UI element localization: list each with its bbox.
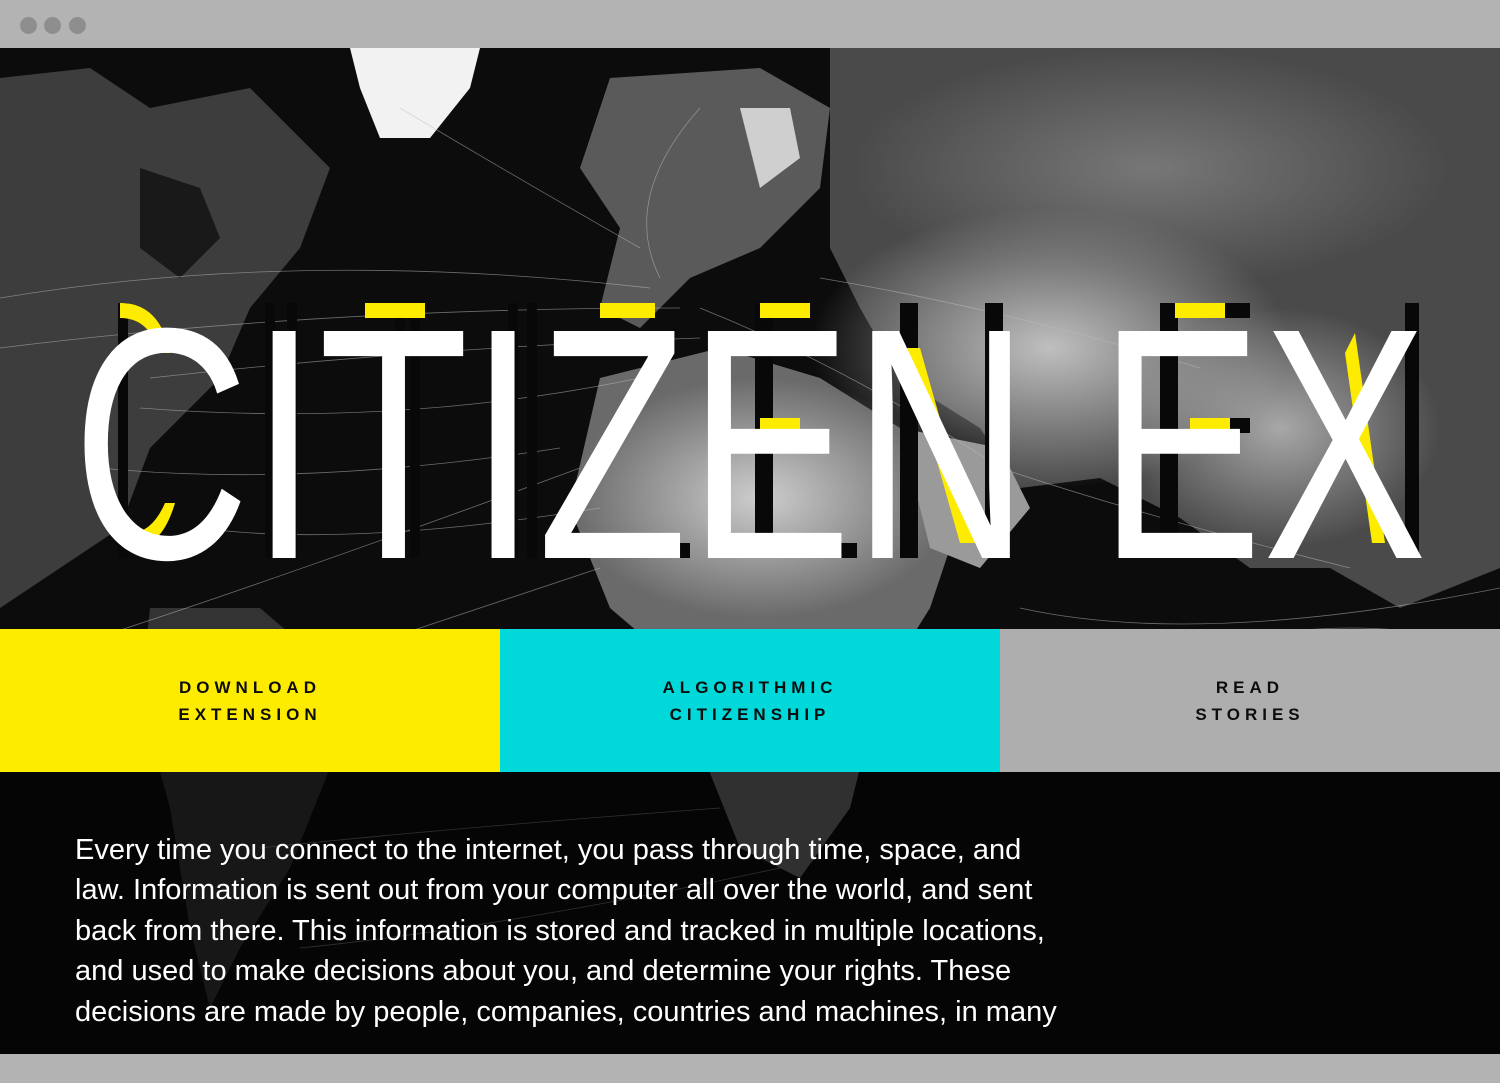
read-stories-label-line2: STORIES — [1195, 704, 1305, 724]
primary-nav: DOWNLOAD EXTENSION ALGORITHMIC CITIZENSHIP… — [0, 629, 1500, 772]
window-close-dot[interactable] — [20, 17, 37, 34]
window-minimize-dot[interactable] — [44, 17, 61, 34]
intro-section: Every time you connect to the internet, … — [0, 772, 1500, 1054]
read-stories-label-line1: READ — [1215, 677, 1285, 697]
algorithmic-citizenship-label-line2: CITIZENSHIP — [669, 704, 831, 724]
intro-paragraph: Every time you connect to the internet, … — [75, 834, 1057, 1028]
hero-title: CITIZEN EX — [72, 293, 1427, 623]
read-stories-button[interactable]: READ STORIES — [1000, 629, 1500, 772]
download-extension-label-line2: EXTENSION — [178, 704, 322, 724]
page-viewport: CITIZEN EX DOWNLOAD EXTENSION ALGORITHMIC… — [0, 48, 1500, 1054]
browser-chrome — [0, 0, 1500, 48]
algorithmic-citizenship-button[interactable]: ALGORITHMIC CITIZENSHIP — [500, 629, 1000, 772]
algorithmic-citizenship-label-line1: ALGORITHMIC — [662, 677, 838, 697]
window-maximize-dot[interactable] — [69, 17, 86, 34]
svg-text:CITIZEN EX: CITIZEN EX — [72, 293, 1427, 623]
download-extension-label-line1: DOWNLOAD — [179, 677, 321, 697]
browser-bottom-bar — [0, 1054, 1500, 1083]
download-extension-button[interactable]: DOWNLOAD EXTENSION — [0, 629, 500, 772]
